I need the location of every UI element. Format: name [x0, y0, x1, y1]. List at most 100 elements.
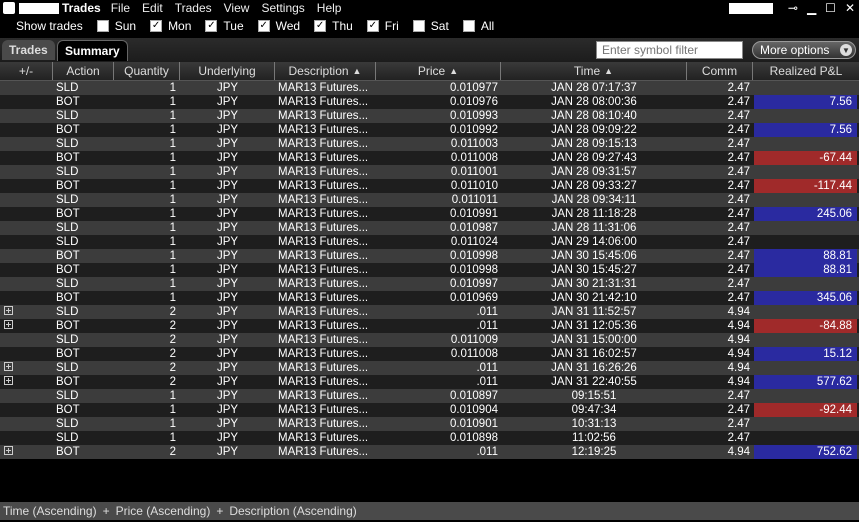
cell-comm: 2.47 [727, 152, 750, 164]
sort-primary: Time (Ascending) [3, 504, 97, 518]
cell-expand[interactable] [0, 445, 53, 459]
cell-expand[interactable] [0, 361, 53, 375]
cell-price: 0.010977 [450, 82, 498, 94]
cell-description: MAR13 Futures... [278, 96, 369, 108]
col-time[interactable]: Time ▲ [501, 62, 687, 80]
day-filter-sun[interactable]: Sun [96, 19, 136, 33]
menu-help[interactable]: Help [317, 1, 342, 15]
day-filter-sat[interactable]: Sat [412, 19, 449, 33]
checkbox-wed[interactable]: ✓ [257, 20, 270, 32]
table-row[interactable]: SLD 2 JPY MAR13 Futures... 0.011009 JAN 31 15… [0, 333, 859, 347]
cell-time: JAN 28 08:00:36 [551, 96, 637, 108]
tab-summary[interactable]: Summary [57, 40, 128, 61]
minimize-icon[interactable]: ▁ [807, 1, 816, 15]
tab-trades[interactable]: Trades [2, 40, 55, 60]
cell-description: MAR13 Futures... [278, 306, 369, 318]
table-row[interactable]: BOT 1 JPY MAR13 Futures... 0.010991 JAN 28 11… [0, 207, 859, 221]
table-row[interactable]: SLD 1 JPY MAR13 Futures... 0.011011 JAN 28 09… [0, 193, 859, 207]
close-icon[interactable]: ✕ [845, 1, 855, 15]
day-filter-tue[interactable]: ✓ Tue [205, 19, 244, 33]
day-filter-fri[interactable]: ✓ Fri [366, 19, 399, 33]
day-filter-thu[interactable]: ✓ Thu [314, 19, 353, 33]
col-underlying[interactable]: Underlying [180, 62, 275, 80]
menu-view[interactable]: View [224, 1, 250, 15]
cell-expand [0, 403, 53, 417]
day-filter-mon[interactable]: ✓ Mon [150, 19, 191, 33]
cell-underlying: JPY [216, 334, 239, 346]
table-row[interactable]: BOT 1 JPY MAR13 Futures... 0.010904 09:47:34 2… [0, 403, 859, 417]
cell-price: 0.010898 [450, 432, 498, 444]
cell-comm: 2.47 [727, 96, 750, 108]
cell-description: MAR13 Futures... [278, 334, 369, 346]
cell-expand[interactable] [0, 319, 53, 333]
expand-plus-icon[interactable] [4, 446, 13, 456]
checkbox-mon[interactable]: ✓ [150, 20, 163, 32]
table-row[interactable]: BOT 1 JPY MAR13 Futures... 0.010976 JAN 28 08… [0, 95, 859, 109]
sort-separator: + [216, 504, 224, 518]
menu-settings[interactable]: Settings [261, 1, 304, 15]
maximize-icon[interactable]: ☐ [825, 1, 836, 15]
table-row[interactable]: SLD 1 JPY MAR13 Futures... 0.010977 JAN 28 07… [0, 81, 859, 95]
table-row[interactable]: SLD 1 JPY MAR13 Futures... 0.010997 JAN 30 21… [0, 277, 859, 291]
expand-plus-icon[interactable] [4, 320, 13, 330]
table-row[interactable]: SLD 1 JPY MAR13 Futures... 0.010987 JAN 28 11… [0, 221, 859, 235]
table-row[interactable]: SLD 1 JPY MAR13 Futures... 0.010898 11:02:56 2… [0, 431, 859, 445]
cell-price: 0.010998 [450, 250, 498, 262]
col-expand[interactable]: +/- [0, 62, 53, 80]
table-row[interactable]: SLD 2 JPY MAR13 Futures... .011 JAN 31 11:52:… [0, 305, 859, 319]
cell-realized-pnl: 245.06 [754, 207, 857, 221]
show-trades-label: Show trades [16, 19, 83, 33]
day-filter-wed[interactable]: ✓ Wed [257, 19, 300, 33]
table-row[interactable]: SLD 1 JPY MAR13 Futures... 0.011003 JAN 28 09… [0, 137, 859, 151]
checkbox-sun[interactable] [96, 20, 109, 32]
cell-action: SLD [56, 166, 79, 178]
pin-icon[interactable]: ⊸ [788, 1, 798, 15]
checkbox-thu[interactable]: ✓ [314, 20, 327, 32]
cell-action: SLD [56, 432, 79, 444]
checkbox-fri[interactable]: ✓ [366, 20, 379, 32]
table-row[interactable]: SLD 1 JPY MAR13 Futures... 0.010897 09:15:51 2… [0, 389, 859, 403]
table-row[interactable]: SLD 2 JPY MAR13 Futures... .011 JAN 31 16:26:… [0, 361, 859, 375]
col-action[interactable]: Action [53, 62, 114, 80]
cell-expand[interactable] [0, 375, 53, 389]
checkbox-sat[interactable] [412, 20, 425, 32]
cell-comm: 2.47 [727, 110, 750, 122]
table-row[interactable]: BOT 1 JPY MAR13 Futures... 0.011008 JAN 28 09… [0, 151, 859, 165]
col-price[interactable]: Price ▲ [376, 62, 501, 80]
day-filter-all[interactable]: All [462, 19, 494, 33]
table-row[interactable]: BOT 2 JPY MAR13 Futures... 0.011008 JAN 31 16… [0, 347, 859, 361]
sort-separator: + [102, 504, 110, 518]
cell-expand[interactable] [0, 305, 53, 319]
cell-time: JAN 31 15:00:00 [551, 334, 637, 346]
col-realized-pnl[interactable]: Realized P&L [753, 62, 859, 80]
col-quantity[interactable]: Quantity [114, 62, 180, 80]
table-row[interactable]: BOT 1 JPY MAR13 Futures... 0.011010 JAN 28 09… [0, 179, 859, 193]
expand-plus-icon[interactable] [4, 306, 13, 316]
col-description[interactable]: Description ▲ [275, 62, 376, 80]
cell-action: BOT [56, 446, 80, 458]
more-options-button[interactable]: More options ▼ [752, 41, 856, 59]
expand-plus-icon[interactable] [4, 362, 13, 372]
expand-plus-icon[interactable] [4, 376, 13, 386]
table-row[interactable]: BOT 2 JPY MAR13 Futures... .011 JAN 31 22:40:… [0, 375, 859, 389]
table-row[interactable]: SLD 1 JPY MAR13 Futures... 0.011024 JAN 29 14… [0, 235, 859, 249]
checkbox-tue[interactable]: ✓ [205, 20, 218, 32]
cell-quantity: 1 [169, 110, 176, 122]
symbol-filter-input[interactable] [596, 41, 743, 59]
table-row[interactable]: BOT 1 JPY MAR13 Futures... 0.010998 JAN 30 15… [0, 249, 859, 263]
table-row[interactable]: BOT 2 JPY MAR13 Futures... .011 JAN 31 12:05:… [0, 319, 859, 333]
table-row[interactable]: SLD 1 JPY MAR13 Futures... 0.010993 JAN 28 08… [0, 109, 859, 123]
cell-quantity: 1 [169, 152, 176, 164]
menu-trades[interactable]: Trades [175, 1, 212, 15]
cell-expand [0, 431, 53, 445]
col-comm[interactable]: Comm [687, 62, 753, 80]
table-row[interactable]: BOT 1 JPY MAR13 Futures... 0.010969 JAN 30 21… [0, 291, 859, 305]
checkbox-all[interactable] [462, 20, 475, 32]
table-row[interactable]: BOT 1 JPY MAR13 Futures... 0.010998 JAN 30 15… [0, 263, 859, 277]
table-row[interactable]: BOT 2 JPY MAR13 Futures... .011 12:19:25 4.94 7… [0, 445, 859, 459]
menu-file[interactable]: File [111, 1, 130, 15]
table-row[interactable]: BOT 1 JPY MAR13 Futures... 0.010992 JAN 28 09… [0, 123, 859, 137]
table-row[interactable]: SLD 1 JPY MAR13 Futures... 0.010901 10:31:13 2… [0, 417, 859, 431]
table-row[interactable]: SLD 1 JPY MAR13 Futures... 0.011001 JAN 28 09… [0, 165, 859, 179]
menu-edit[interactable]: Edit [142, 1, 163, 15]
